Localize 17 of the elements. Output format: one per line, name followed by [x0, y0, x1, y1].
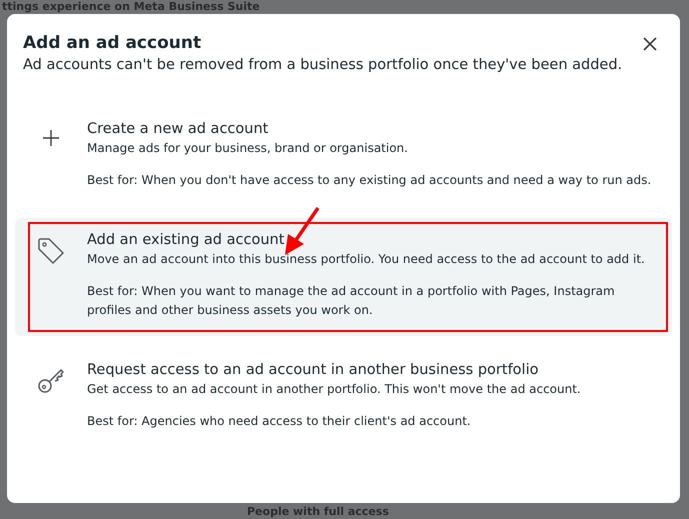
option-description: Get access to an ad account in another portfolio. This won't move the ad account. [87, 381, 581, 398]
dialog-subtitle: Ad accounts can't be removed from a business portfolio once they've been added. [23, 56, 622, 75]
option-item[interactable]: Create a new ad account Manage ads for your business, brand or organisation. Best for: When you don't have access to any existing ad accounts and need a way to run ads. [15, 107, 672, 206]
close-icon [642, 36, 658, 52]
option-description: Move an ad account into this business portfolio. You need access to the ad account to add it. [87, 251, 646, 268]
plus-icon [42, 129, 60, 147]
dialog-title: Add an ad account [23, 32, 202, 54]
tag-icon [36, 236, 66, 266]
option-best-for: Best for: Agencies who need access to their client's ad account. [87, 413, 472, 430]
option-title: Request access to an ad account in another business portfolio [87, 361, 540, 380]
option-title: Add an existing ad account [87, 231, 286, 250]
option-description: Manage ads for your business, brand or organisation. [87, 140, 409, 157]
option-best-for: Best for: When you don't have access to any existing ad accounts and need a way to run ads. [87, 172, 652, 189]
section-heading: People with full access [247, 505, 389, 518]
page-heading: ttings experience on Meta Business Suite [2, 0, 261, 13]
option-best-for: Best for: When you want to manage the ad account in a portfolio with Pages, Instagram profiles and other business assets you work on. [87, 283, 616, 319]
option-title: Create a new ad account [87, 120, 270, 139]
